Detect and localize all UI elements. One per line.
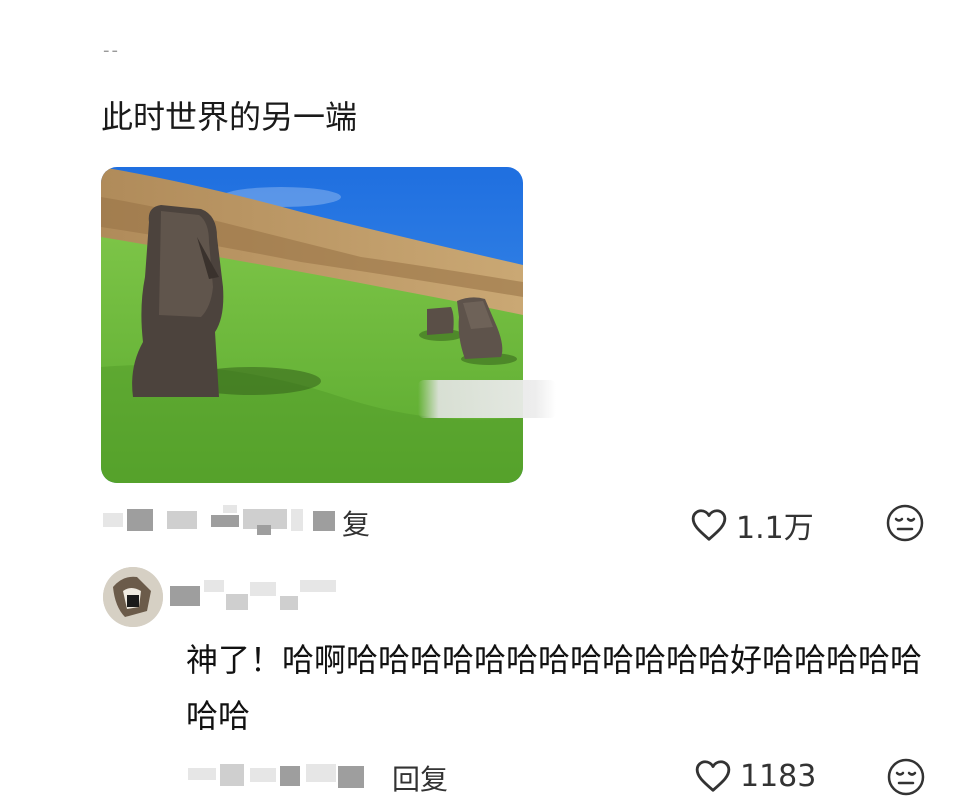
comment-text: 神了！哈啊哈哈哈哈哈哈哈哈哈哈哈哈好哈哈哈哈哈哈哈 (186, 641, 923, 735)
author-name-fragment: -- (103, 40, 120, 61)
comment-like-button[interactable]: 1183 (694, 758, 816, 794)
avatar[interactable] (103, 567, 163, 627)
post-emoji-button[interactable] (885, 503, 925, 547)
comment-username-redacted (170, 576, 350, 616)
comment-emoji-button[interactable] (886, 757, 926, 801)
avatar-image (103, 567, 163, 627)
meh-face-icon (886, 504, 924, 542)
post-image[interactable] (101, 167, 523, 483)
watermark-blur (418, 380, 556, 418)
comment-like-count: 1183 (740, 758, 817, 794)
post-meta-redacted (103, 505, 343, 543)
post-reply-button[interactable]: 复 (342, 503, 370, 543)
post-like-button[interactable]: 1.1万 (690, 503, 814, 547)
post-like-count: 1.1万 (736, 511, 814, 546)
moai-photo (101, 167, 523, 483)
post-text: 此时世界的另一端 (101, 98, 358, 136)
meh-face-icon (887, 758, 925, 796)
comment-meta-redacted (188, 760, 378, 794)
heart-icon (691, 509, 727, 541)
comment-reply-button[interactable]: 回复 (392, 758, 448, 798)
heart-icon (695, 760, 731, 792)
